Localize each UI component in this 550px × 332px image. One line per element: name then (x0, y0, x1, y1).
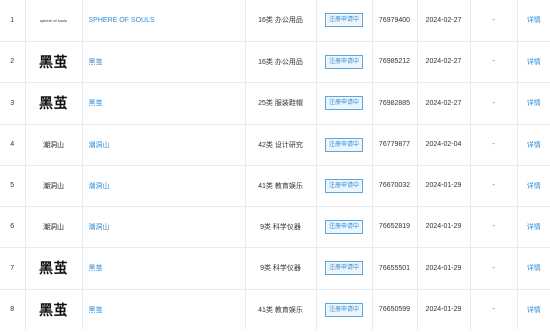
trademark-name-link[interactable]: 黑茧 (81, 246, 245, 289)
table-row: 5 潮洞山 潮洞山 41类 教育娱乐 注册申请中 76670032 2024-01-29- 详… (0, 164, 550, 206)
application-date: 2024-01-29 (416, 288, 470, 330)
registration-number: 76652819 (371, 205, 417, 247)
category-cell: 42类 设计研究 (244, 123, 316, 165)
registration-number: 76985212 (371, 40, 417, 82)
registration-number: 76670032 (371, 164, 417, 206)
category-cell: 41类 教育娱乐 (244, 288, 316, 330)
logo-text: 潮洞山 (43, 182, 64, 190)
logo-text: 潮洞山 (43, 141, 64, 149)
registration-number: 76650599 (371, 288, 417, 330)
logo-text: 黑茧 (39, 54, 68, 71)
table-row: 2 黑茧 黑茧 16类 办公用品 注册申请中 76985212 2024-02-27- 详情 (0, 40, 550, 82)
status-cell: 注册申请中 (315, 40, 372, 82)
row-index: 4 (0, 123, 25, 165)
trademark-logo: 潮洞山 (24, 123, 82, 165)
status-cell: 注册申请中 (315, 123, 372, 165)
category-cell: 16类 办公用品 (244, 0, 316, 41)
status-badge: 注册申请中 (324, 219, 363, 234)
trademark-logo: 潮洞山 (24, 205, 82, 247)
trademark-logo: sphere of souls (24, 0, 82, 41)
status-badge: 注册申请中 (324, 96, 363, 110)
application-date: 2024-02-04 (416, 123, 470, 165)
empty-cell: - (469, 288, 517, 330)
status-badge: 注册申请中 (324, 261, 363, 275)
category-cell: 25类 服装鞋帽 (244, 81, 316, 124)
empty-cell: - (469, 246, 517, 289)
application-date: 2024-01-29 (416, 205, 470, 247)
table-row: 1 sphere of souls SPHERE OF SOULS 16类 办公用品注… (0, 0, 550, 41)
trademark-name-link[interactable]: 黑茧 (81, 81, 245, 124)
row-index: 5 (0, 164, 25, 206)
category-cell: 9类 科学仪器 (244, 246, 316, 289)
row-index: 3 (0, 81, 25, 124)
row-index: 2 (0, 40, 25, 82)
empty-cell: - (469, 0, 517, 41)
trademark-logo: 潮洞山 (24, 164, 82, 206)
table-row: 6 潮洞山 潮洞山 9类 科学仪器 注册申请中 76652819 2024-01-29- 详情 (0, 205, 550, 247)
detail-link[interactable]: 详情 (516, 0, 550, 41)
empty-cell: - (469, 81, 517, 124)
empty-cell: - (469, 40, 517, 82)
logo-text: 黑茧 (39, 96, 68, 112)
detail-link[interactable]: 详情 (516, 205, 550, 247)
trademark-table: 1 sphere of souls SPHERE OF SOULS 16类 办公用品注… (0, 0, 550, 330)
category-cell: 9类 科学仪器 (244, 205, 316, 247)
row-index: 1 (10, 16, 15, 24)
detail-link[interactable]: 详情 (516, 164, 550, 206)
logo-text: 黑茧 (39, 302, 68, 319)
logo-text: 黑茧 (39, 261, 68, 277)
table-row: 4 潮洞山 潮洞山 42类 设计研究 注册申请中 76779877 2024-02-04- 详… (0, 123, 550, 165)
status-cell: 注册申请中 (315, 164, 372, 206)
application-date: 2024-02-27 (416, 40, 470, 82)
category-cell: 41类 教育娱乐 (244, 164, 316, 206)
registration-number: 76655501 (371, 246, 417, 289)
application-date: 2024-02-27 (416, 81, 470, 124)
row-index: 6 (0, 205, 25, 247)
registration-number: 76779877 (371, 123, 417, 165)
application-date: 2024-01-29 (416, 164, 470, 206)
table-row: 7 黑茧 黑茧 9类 科学仪器 注册申请中 76655501 2024-01-29- 详情 (0, 246, 550, 289)
logo-text: 潮洞山 (43, 223, 64, 231)
status-badge: 注册申请中 (324, 54, 363, 69)
empty-cell: - (469, 123, 517, 165)
registration-number: 76982885 (371, 81, 417, 124)
detail-link[interactable]: 详情 (516, 288, 550, 330)
trademark-name-link[interactable]: SPHERE OF SOULS (81, 0, 245, 41)
trademark-logo: 黑茧 (24, 40, 82, 82)
category-cell: 16类 办公用品 (244, 40, 316, 82)
row-index: 7 (0, 246, 25, 289)
empty-cell: - (469, 205, 517, 247)
registration-number: 76979400 (371, 0, 417, 41)
table-row: 8 黑茧 黑茧 41类 教育娱乐 注册申请中 76650599 2024-01-29- 详情 (0, 288, 550, 330)
trademark-logo: 黑茧 (24, 81, 82, 124)
status-cell: 注册申请中 (315, 81, 372, 124)
status-cell: 注册申请中 (315, 205, 372, 247)
status-cell: 注册申请中 (315, 246, 372, 289)
empty-cell: - (469, 164, 517, 206)
status-badge: 注册申请中 (324, 137, 363, 152)
status-badge: 注册申请中 (324, 178, 363, 193)
detail-link[interactable]: 详情 (516, 246, 550, 289)
detail-link[interactable]: 详情 (516, 81, 550, 124)
application-date: 2024-02-27 (416, 0, 470, 41)
status-badge: 注册申请中 (324, 302, 363, 317)
trademark-name-link[interactable]: 潮洞山 (81, 123, 245, 165)
logo-text: sphere of souls (39, 17, 68, 23)
trademark-name-link[interactable]: 黑茧 (81, 40, 245, 82)
trademark-logo: 黑茧 (24, 246, 82, 289)
application-date: 2024-01-29 (416, 246, 470, 289)
detail-link[interactable]: 详情 (516, 123, 550, 165)
trademark-name-link[interactable]: 潮洞山 (81, 205, 245, 247)
status-badge: 注册申请中 (324, 13, 363, 28)
row-index: 8 (0, 288, 25, 330)
trademark-name-link[interactable]: 潮洞山 (81, 164, 245, 206)
table-row: 3 黑茧 黑茧 25类 服装鞋帽 注册申请中 76982885 2024-02-27- 详情 (0, 81, 550, 124)
trademark-name-link[interactable]: 黑茧 (81, 288, 245, 330)
trademark-logo: 黑茧 (24, 288, 82, 330)
status-cell: 注册申请中 (315, 288, 372, 330)
status-cell: 注册申请中 (315, 0, 372, 41)
detail-link[interactable]: 详情 (516, 40, 550, 82)
